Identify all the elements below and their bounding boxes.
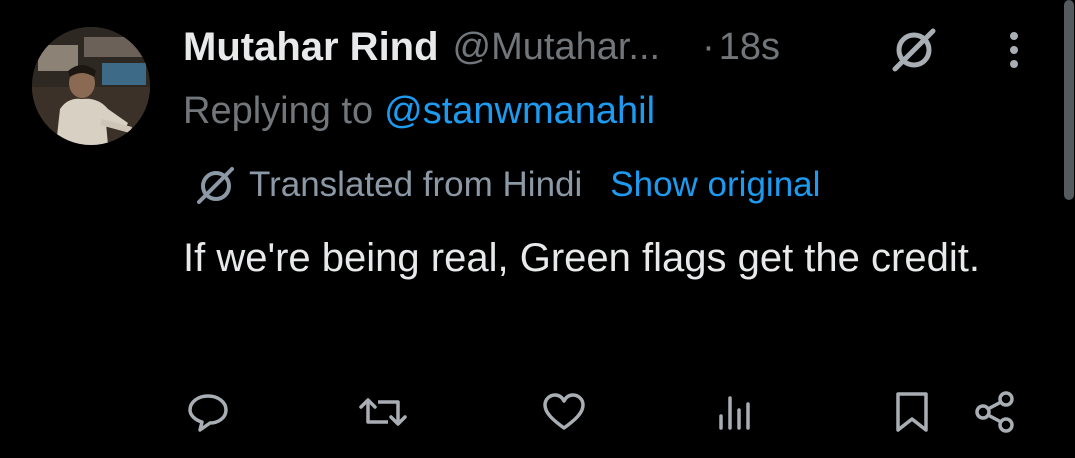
translation-bar: Translated from Hindi Show original [195, 160, 820, 210]
author-name[interactable]: Mutahar Rind [183, 25, 439, 70]
like-icon [543, 393, 585, 430]
author-handle[interactable]: @Mutahar... [453, 26, 661, 69]
bookmark-button[interactable] [890, 385, 934, 439]
reply-icon [188, 394, 228, 432]
share-icon [975, 391, 1014, 433]
avatar-image [32, 27, 150, 145]
scrollbar-thumb[interactable] [1064, 0, 1074, 200]
views-button[interactable] [714, 385, 754, 439]
translated-label: Translated from Hindi [249, 165, 583, 204]
tweet-header: Mutahar Rind @Mutahar... · 18s [183, 22, 780, 72]
replying-prefix: Replying to [183, 89, 374, 132]
show-original-link[interactable]: Show original [610, 165, 820, 205]
like-button[interactable] [540, 385, 588, 439]
reply-button[interactable] [183, 385, 233, 439]
retweet-icon [359, 398, 407, 426]
retweet-button[interactable] [356, 385, 410, 439]
share-button[interactable] [972, 385, 1018, 439]
grok-translate-icon [195, 165, 237, 205]
tweet: Mutahar Rind @Mutahar... · 18s Replying … [0, 0, 1075, 458]
bookmark-icon [896, 392, 928, 432]
scrollbar[interactable] [1062, 0, 1075, 205]
action-bar [0, 385, 1075, 439]
grok-icon[interactable] [889, 26, 939, 72]
replying-handle-link[interactable]: @stanwmanahil [384, 90, 655, 133]
timestamp[interactable]: 18s [719, 26, 780, 69]
more-options-icon[interactable] [1000, 28, 1028, 72]
views-icon [719, 396, 750, 430]
avatar[interactable] [32, 27, 150, 145]
replying-to: Replying to @stanwmanahil [183, 86, 655, 136]
tweet-text: If we're being real, Green flags get the… [183, 236, 980, 280]
separator-dot: · [702, 25, 715, 68]
